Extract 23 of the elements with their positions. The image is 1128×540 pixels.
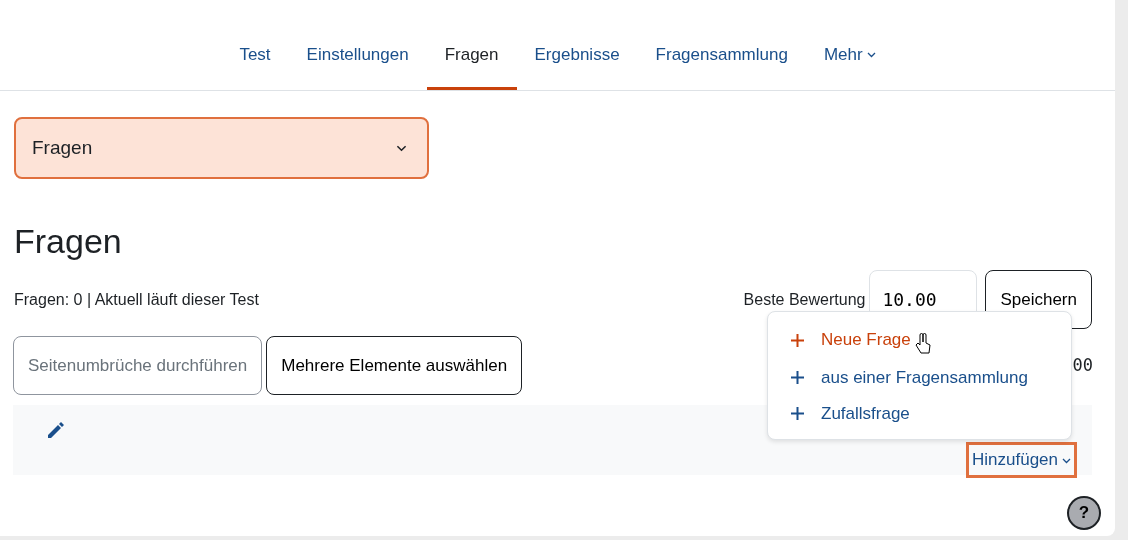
- menu-item[interactable]: aus einer Fragensammlung: [768, 360, 1071, 396]
- caret-icon: [396, 144, 407, 152]
- plus-icon: [790, 332, 805, 348]
- nav-tab[interactable]: Einstellungen: [288, 41, 427, 90]
- nav-tab[interactable]: Fragensammlung: [637, 41, 806, 90]
- nav-tab[interactable]: Test: [221, 41, 289, 90]
- plus-icon: [790, 370, 805, 386]
- plus-icon: [790, 405, 805, 421]
- page-select[interactable]: Fragen: [14, 117, 429, 179]
- page-heading: Fragen: [14, 221, 123, 262]
- nav-tab[interactable]: Ergebnisse: [516, 41, 638, 90]
- caret-icon: [1062, 457, 1071, 464]
- help-button[interactable]: ?: [1067, 496, 1101, 530]
- nav-tab[interactable]: Fragen: [426, 41, 517, 90]
- hand-cursor-icon: [914, 333, 931, 355]
- nav-tab[interactable]: Mehr: [805, 41, 894, 90]
- action-button[interactable]: Mehrere Elemente auswählen: [266, 335, 523, 395]
- add-dropdown[interactable]: Hinzufügen: [966, 442, 1077, 478]
- menu-item[interactable]: Zufallsfrage: [768, 395, 1071, 431]
- quiz-info: Fragen: 0 | Aktuell läuft dieser Test: [14, 289, 259, 310]
- edit-icon[interactable]: [46, 419, 66, 440]
- total-marks: 00: [1072, 353, 1093, 377]
- grade-label: Beste Bewertung: [743, 289, 866, 310]
